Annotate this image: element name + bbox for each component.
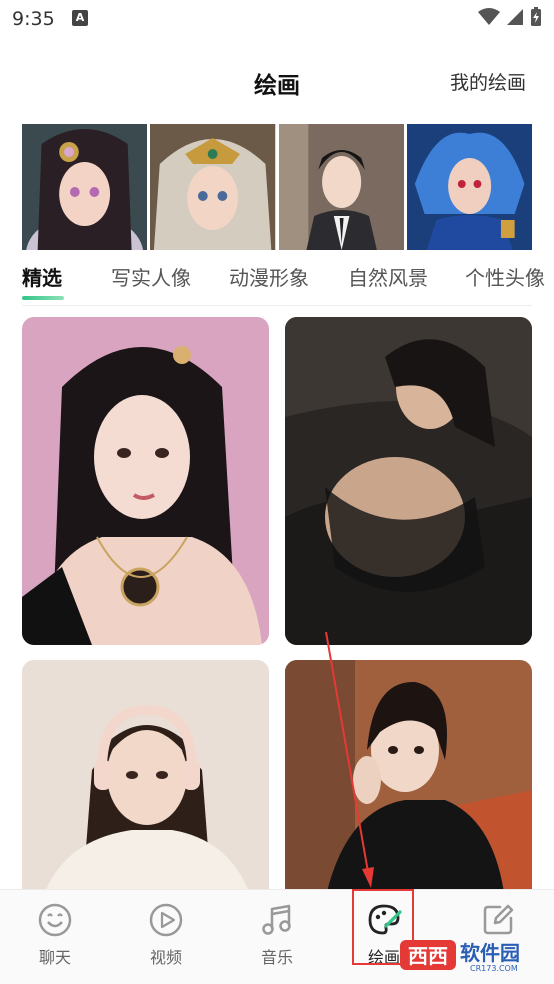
tabs-divider — [22, 305, 532, 306]
my-drawings-link[interactable]: 我的绘画 — [450, 68, 526, 95]
gallery-image-black-dress-portrait — [285, 660, 532, 900]
tab-active-indicator — [22, 296, 64, 300]
banner-image-anime-princess[interactable] — [22, 124, 148, 250]
banner-image-anime-bride[interactable] — [150, 124, 276, 250]
gallery-image-headphones-portrait — [22, 660, 269, 900]
signal-icon — [507, 9, 523, 25]
battery-icon — [531, 7, 541, 26]
svg-text:西西: 西西 — [408, 944, 448, 968]
gallery-card[interactable] — [22, 660, 269, 900]
wifi-icon — [478, 8, 500, 25]
header: 绘画 我的绘画 — [0, 50, 554, 114]
gallery-card[interactable] — [285, 317, 532, 645]
banner-image-anime-blue-hair[interactable] — [406, 124, 532, 250]
nav-item-music[interactable]: 音乐 — [237, 902, 317, 968]
edit-square-icon — [483, 904, 514, 935]
watermark: 西西 软件园 CR173.COM — [400, 938, 540, 974]
nav-label-video: 视频 — [149, 948, 182, 967]
gallery-image-pink-portrait — [22, 317, 269, 645]
status-bar: 9:35 A — [0, 0, 554, 38]
notification-badge-icon: A — [72, 10, 88, 26]
tab-natural-scenery[interactable]: 自然风景 — [348, 262, 428, 291]
watermark-logo-icon: 西西 软件园 CR173.COM — [400, 940, 520, 973]
nav-label-music: 音乐 — [260, 948, 293, 967]
svg-text:软件园: 软件园 — [460, 941, 520, 965]
tab-anime-character[interactable]: 动漫形象 — [229, 262, 309, 291]
play-circle-icon — [149, 903, 183, 937]
nav-label-chat: 聊天 — [38, 948, 71, 967]
music-note-icon — [262, 904, 291, 935]
nav-item-chat[interactable]: 聊天 — [15, 902, 95, 968]
tab-realistic-portrait[interactable]: 写实人像 — [111, 262, 191, 291]
smile-chat-icon — [38, 903, 72, 937]
banner-carousel[interactable] — [22, 124, 532, 250]
gallery-card[interactable] — [285, 660, 532, 900]
tab-personal-avatar[interactable]: 个性头像 — [465, 262, 545, 291]
category-tabs: 精选 写实人像 动漫形象 自然风景 个性头像 — [22, 258, 554, 304]
tab-featured[interactable]: 精选 — [22, 262, 62, 291]
status-icons — [478, 7, 542, 27]
banner-image-anime-suit-man[interactable] — [278, 124, 404, 250]
svg-text:CR173.COM: CR173.COM — [470, 964, 518, 973]
gallery-image-dark-portrait — [285, 317, 532, 645]
nav-item-video[interactable]: 视频 — [126, 902, 206, 968]
status-time: 9:35 — [12, 8, 55, 30]
gallery-card[interactable] — [22, 317, 269, 645]
